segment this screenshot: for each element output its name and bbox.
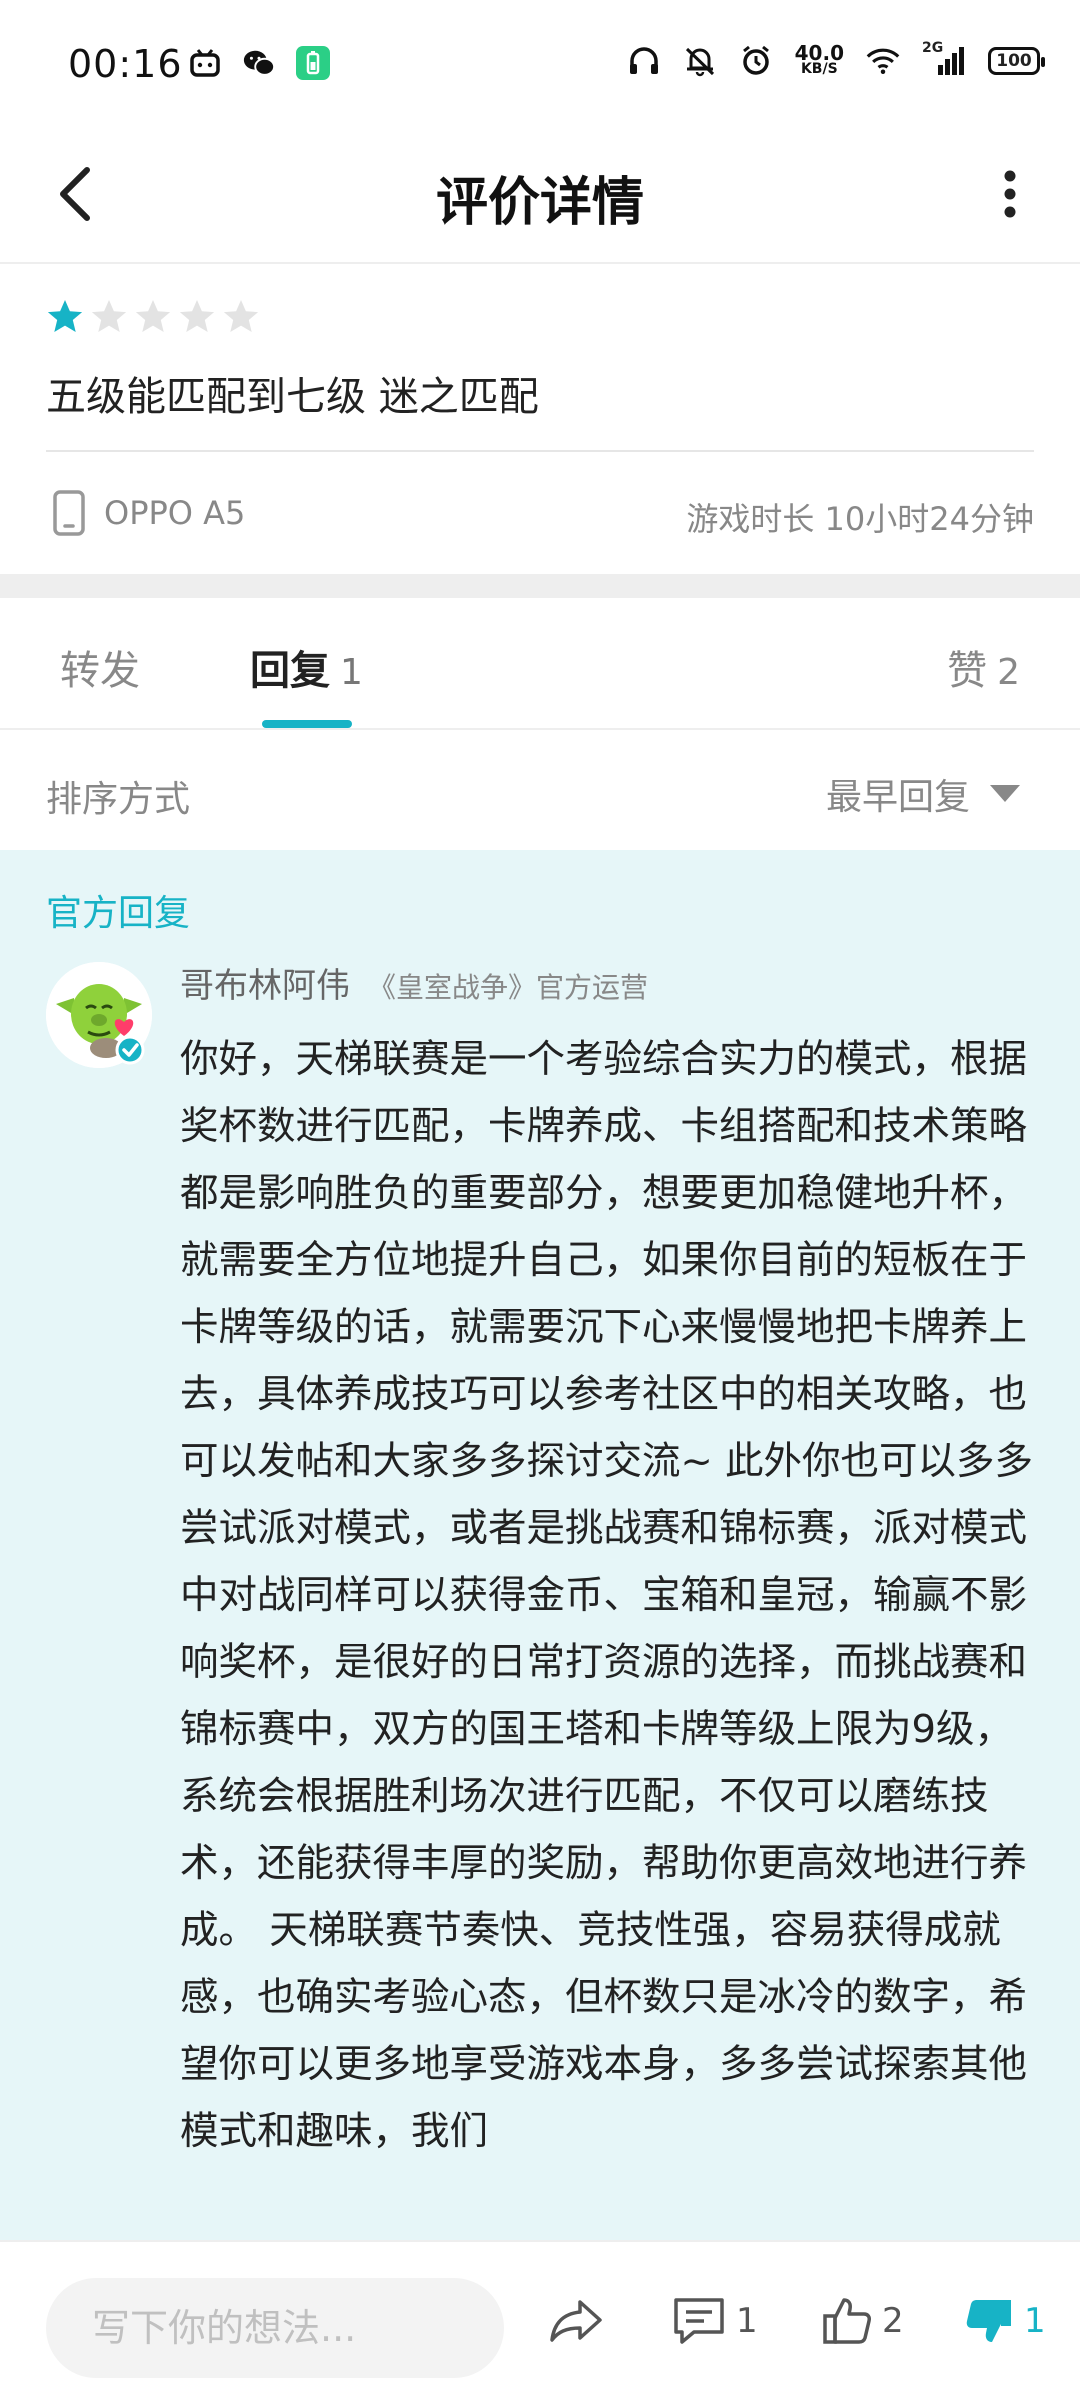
bottom-action-bar: 1 2 1 xyxy=(0,2240,1080,2400)
page-title: 评价详情 xyxy=(435,173,644,233)
more-options-button[interactable] xyxy=(980,154,1040,234)
star-empty-icon xyxy=(179,300,215,332)
sort-selected-value: 最早回复 xyxy=(825,777,970,818)
dislike-button[interactable]: 1 xyxy=(964,2296,1046,2346)
sort-dropdown[interactable]: 最早回复 xyxy=(826,768,1020,820)
tab-like-label: 赞 xyxy=(947,648,988,694)
comment-input[interactable] xyxy=(46,2278,504,2378)
app-header: 评价详情 xyxy=(0,130,1080,262)
network-type: 2G xyxy=(922,40,944,56)
tab-like[interactable]: 赞2 xyxy=(947,638,1020,696)
tab-reply-label: 回复 xyxy=(250,648,330,694)
comment-count: 1 xyxy=(736,2301,758,2341)
tab-repost-label: 转发 xyxy=(60,648,140,694)
like-count: 2 xyxy=(882,2301,904,2341)
sort-label: 排序方式 xyxy=(46,779,191,820)
tab-active-indicator xyxy=(262,720,352,728)
star-empty-icon xyxy=(91,300,127,332)
bilibili-icon xyxy=(188,46,222,80)
battery-saver-app-icon xyxy=(296,46,330,80)
author-role: 《皇室战争》官方运营 xyxy=(368,971,649,1004)
section-separator xyxy=(0,574,1080,598)
status-time: 00:16 xyxy=(68,42,183,86)
playtime: 游戏时长 10小时24分钟 xyxy=(686,500,1034,538)
mute-bell-icon xyxy=(683,44,717,78)
review-divider xyxy=(46,450,1034,452)
wifi-icon xyxy=(866,44,900,78)
alarm-clock-icon xyxy=(739,44,773,78)
more-vertical-icon xyxy=(1004,170,1016,218)
dislike-count: 1 xyxy=(1024,2301,1046,2341)
tab-bar: 转发 回复 1 赞2 xyxy=(0,598,1080,728)
tab-like-count: 2 xyxy=(997,652,1020,693)
header-divider xyxy=(0,262,1080,264)
reply-body: 你好，天梯联赛是一个考验综合实力的模式，根据奖杯数进行匹配，卡牌养成、卡组搭配和… xyxy=(180,1037,1033,2154)
comment-button[interactable]: 1 xyxy=(672,2296,758,2346)
status-left-icons xyxy=(188,46,330,80)
tab-reply-count: 1 xyxy=(340,652,363,693)
review-text: 五级能匹配到七级 迷之匹配 xyxy=(46,374,539,420)
network-speed-unit: KB/S xyxy=(800,61,838,77)
author-name[interactable]: 哥布林阿伟 xyxy=(180,958,350,1007)
share-arrow-icon xyxy=(550,2300,602,2342)
status-bar: 00:16 40.0 KB/S 2G 100 xyxy=(0,0,1080,130)
tab-reply[interactable]: 回复 1 xyxy=(250,638,363,696)
network-speed: 40.0 KB/S xyxy=(794,41,844,77)
tab-repost[interactable]: 转发 xyxy=(60,638,140,696)
comment-icon xyxy=(674,2298,724,2344)
thumbs-down-icon xyxy=(966,2300,1011,2342)
device-info: OPPO A5 xyxy=(52,490,245,536)
battery-indicator: 100 xyxy=(988,47,1045,75)
avatar[interactable] xyxy=(46,962,152,1068)
status-right-icons: 40.0 KB/S 2G 100 xyxy=(627,40,1045,78)
star-rating xyxy=(46,298,260,336)
star-empty-icon xyxy=(223,300,259,332)
headphones-icon xyxy=(627,44,661,78)
tabs-divider xyxy=(0,728,1080,730)
device-name: OPPO A5 xyxy=(104,494,246,532)
goblin-avatar-icon xyxy=(46,962,152,1068)
star-empty-icon xyxy=(135,300,171,332)
phone-icon xyxy=(53,490,85,536)
thumbs-up-icon xyxy=(823,2298,871,2344)
network-speed-value: 40.0 xyxy=(794,41,844,65)
author-line: 哥布林阿伟 《皇室战争》官方运营 xyxy=(180,958,648,1007)
wechat-icon xyxy=(242,46,276,80)
star-filled-icon xyxy=(47,300,83,332)
official-reply-panel: 官方回复 哥布林阿伟 《皇室战争》官方运营 你好，天梯联赛是一个考验综合实力的模… xyxy=(0,850,1080,2240)
cellular-signal-icon: 2G xyxy=(922,40,966,78)
official-reply-tag: 官方回复 xyxy=(46,893,191,934)
share-button[interactable] xyxy=(548,2296,604,2344)
caret-down-icon xyxy=(990,785,1020,802)
like-button[interactable]: 2 xyxy=(822,2296,904,2346)
